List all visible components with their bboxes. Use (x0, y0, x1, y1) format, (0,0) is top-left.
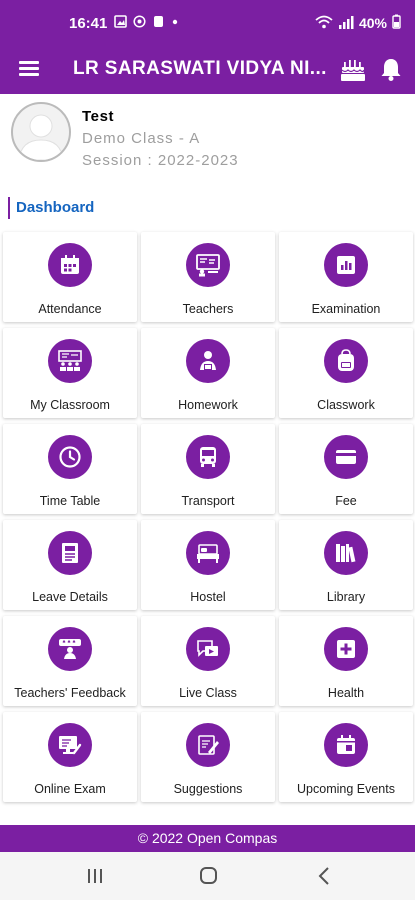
app-notification-icon (152, 15, 165, 31)
tile-label: Teachers (182, 302, 234, 316)
calendar-icon (48, 243, 92, 287)
dot-notification-icon (171, 15, 179, 31)
chart-report-icon (324, 243, 368, 287)
student-homework-icon (186, 339, 230, 383)
whatsapp-notification-icon (133, 15, 146, 31)
tile-time-table[interactable]: Time Table (3, 424, 137, 514)
books-icon (324, 531, 368, 575)
medical-plus-icon (324, 627, 368, 671)
tile-label: Transport (181, 494, 235, 508)
app-bar: LR SARASWATI VIDYA NI... (0, 48, 415, 94)
backpack-icon (324, 339, 368, 383)
tile-health[interactable]: Health (279, 616, 413, 706)
clock-icon (48, 435, 92, 479)
classroom-icon (48, 339, 92, 383)
tile-label: Classwork (317, 398, 375, 412)
battery-icon (392, 14, 401, 32)
tile-label: Fee (335, 494, 357, 508)
image-notification-icon (114, 15, 127, 31)
app-title: LR SARASWATI VIDYA NI... (73, 58, 327, 79)
tile-label: Time Table (39, 494, 101, 508)
tile-label: Hostel (190, 590, 226, 604)
event-calendar-icon (324, 723, 368, 767)
profile-card: Test Demo Class - A Session : 2022-2023 (0, 94, 415, 182)
profile-name: Test (82, 108, 115, 125)
profile-session: Session : 2022-2023 (82, 152, 239, 169)
bed-icon (186, 531, 230, 575)
notification-icons (114, 15, 179, 31)
tile-label: Examination (311, 302, 381, 316)
section-heading: Dashboard (8, 197, 94, 219)
tile-label: Teachers' Feedback (14, 686, 126, 700)
tile-online-exam[interactable]: Online Exam (3, 712, 137, 802)
bell-icon[interactable] (379, 56, 403, 82)
status-bar: 16:41 40% (0, 0, 415, 48)
tile-teachers[interactable]: Teachers (141, 232, 275, 322)
back-icon[interactable] (310, 864, 340, 888)
tile-attendance[interactable]: Attendance (3, 232, 137, 322)
tile-upcoming-events[interactable]: Upcoming Events (279, 712, 413, 802)
system-nav-bar (0, 852, 415, 900)
tile-leave-details[interactable]: Leave Details (3, 520, 137, 610)
tile-label: Upcoming Events (297, 782, 395, 796)
tile-label: Homework (178, 398, 238, 412)
tile-label: Library (326, 590, 366, 604)
footer: © 2022 Open Compas (0, 825, 415, 852)
tile-live-class[interactable]: Live Class (141, 616, 275, 706)
tile-homework[interactable]: Homework (141, 328, 275, 418)
dashboard-grid: Attendance Teachers Examination My Class… (3, 232, 413, 802)
video-chat-icon (186, 627, 230, 671)
signal-icon (338, 15, 354, 32)
pencil-note-icon (186, 723, 230, 767)
tile-transport[interactable]: Transport (141, 424, 275, 514)
monitor-exam-icon (48, 723, 92, 767)
tile-my-classroom[interactable]: My Classroom (3, 328, 137, 418)
section-title: Dashboard (16, 199, 95, 216)
avatar[interactable] (11, 102, 71, 162)
tile-label: Health (327, 686, 365, 700)
tile-examination[interactable]: Examination (279, 232, 413, 322)
feedback-icon (48, 627, 92, 671)
tile-label: Online Exam (34, 782, 106, 796)
tile-label: Suggestions (173, 782, 243, 796)
cake-icon[interactable] (340, 56, 366, 82)
hamburger-icon[interactable] (19, 58, 41, 80)
tile-suggestions[interactable]: Suggestions (141, 712, 275, 802)
tile-teachers-feedback[interactable]: Teachers' Feedback (3, 616, 137, 706)
tile-library[interactable]: Library (279, 520, 413, 610)
tile-hostel[interactable]: Hostel (141, 520, 275, 610)
document-icon (48, 531, 92, 575)
home-icon[interactable] (193, 864, 223, 888)
battery-percent: 40% (358, 15, 387, 31)
bus-icon (186, 435, 230, 479)
card-icon (324, 435, 368, 479)
system-status: 40% (315, 14, 401, 32)
recent-apps-icon[interactable] (80, 864, 110, 888)
tile-label: My Classroom (30, 398, 110, 412)
tile-label: Attendance (38, 302, 102, 316)
status-time: 16:41 (69, 15, 108, 32)
tile-label: Live Class (179, 686, 237, 700)
tile-classwork[interactable]: Classwork (279, 328, 413, 418)
profile-class: Demo Class - A (82, 130, 201, 147)
wifi-icon (315, 15, 333, 32)
tile-fee[interactable]: Fee (279, 424, 413, 514)
tile-label: Leave Details (32, 590, 108, 604)
teacher-board-icon (186, 243, 230, 287)
